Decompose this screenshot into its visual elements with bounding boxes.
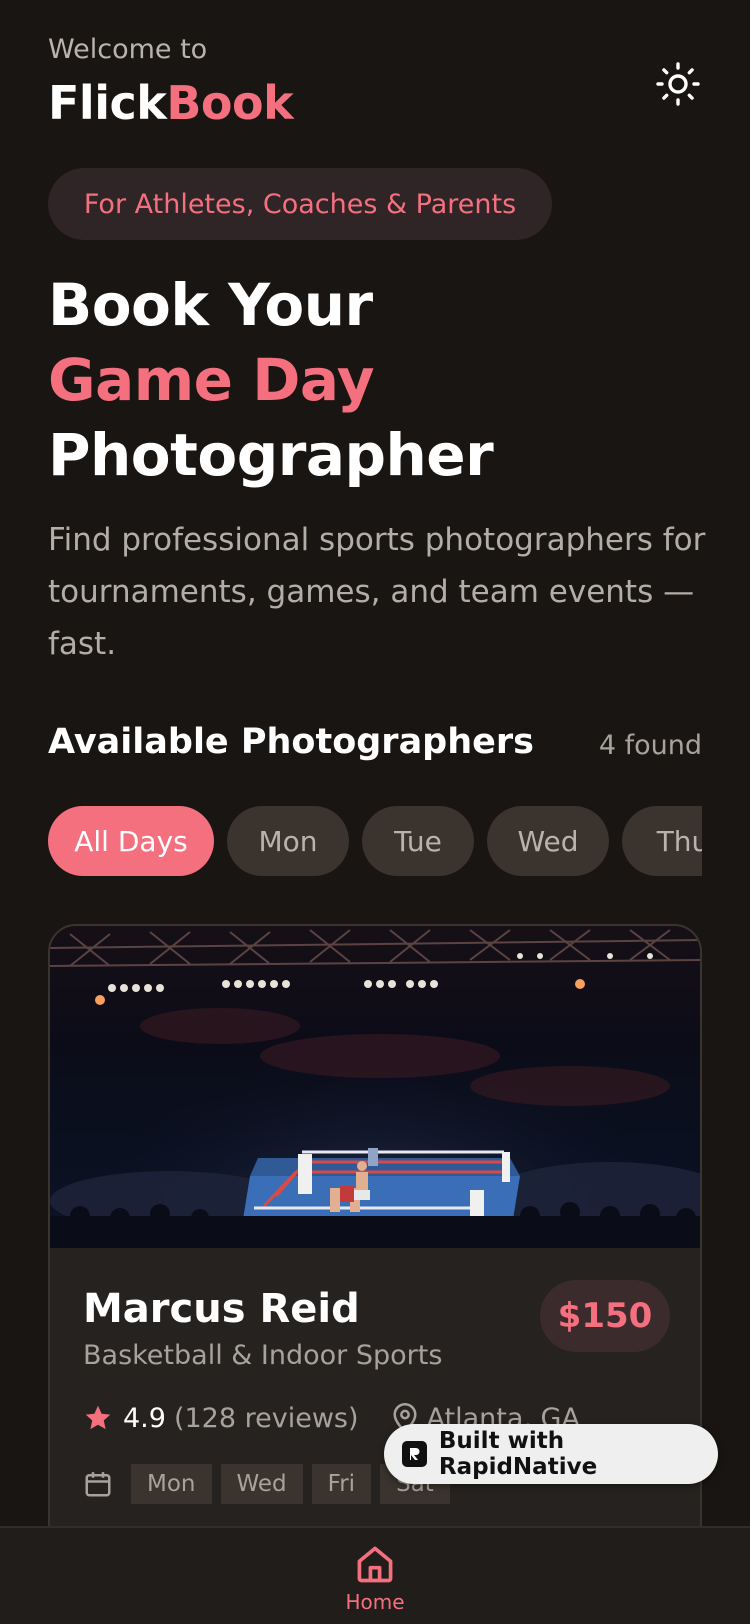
- photographer-specialty: Basketball & Indoor Sports: [83, 1340, 443, 1371]
- star-icon: [85, 1405, 111, 1430]
- available-day-tag: Mon: [131, 1464, 212, 1504]
- photographer-cover-photo: [50, 926, 700, 1248]
- rapidnative-logo-icon: [402, 1441, 427, 1467]
- photographer-card[interactable]: Marcus Reid Basketball & Indoor Sports $…: [48, 924, 702, 1624]
- review-count: (128 reviews): [173, 1402, 359, 1434]
- available-day-tag: Wed: [220, 1464, 303, 1504]
- hero-line-2: Game Day: [48, 346, 375, 414]
- hero-subtitle: Find professional sports photographers f…: [48, 522, 706, 662]
- built-with-badge[interactable]: Built with RapidNative: [384, 1424, 718, 1484]
- day-chip-tue[interactable]: Tue: [362, 806, 474, 876]
- photographer-name: Marcus Reid: [83, 1286, 360, 1332]
- day-chip-all[interactable]: All Days: [48, 806, 214, 876]
- results-count: 4 found: [598, 730, 702, 761]
- tab-home[interactable]: Home: [325, 1542, 425, 1624]
- available-day-tag: Fri: [311, 1464, 372, 1504]
- app-screen: Welcome to FlickBook For Athletes, Coach…: [0, 0, 750, 1624]
- bottom-tab-bar: Home: [0, 1526, 750, 1624]
- audience-pill: For Athletes, Coaches & Parents: [48, 168, 552, 240]
- welcome-text: Welcome to: [48, 34, 208, 65]
- hero-line-3: Photographer: [48, 421, 494, 489]
- rating-value: 4.9: [123, 1402, 166, 1434]
- day-chip-mon[interactable]: Mon: [227, 806, 349, 876]
- brand-name-part2: Book: [166, 76, 294, 130]
- built-with-label: Built with RapidNative: [438, 1428, 598, 1480]
- sun-icon: [656, 62, 700, 106]
- brand-title: FlickBook: [48, 76, 294, 130]
- tab-home-label: Home: [345, 1590, 405, 1614]
- brand-name-part1: Flick: [48, 76, 167, 130]
- home-icon: [357, 1546, 393, 1583]
- section-title: Available Photographers: [48, 722, 534, 762]
- price-badge: $150: [540, 1280, 670, 1352]
- day-chip-thu[interactable]: Thu: [622, 806, 702, 876]
- hero-line-1: Book Your: [48, 271, 373, 339]
- theme-toggle-button[interactable]: [648, 58, 708, 110]
- day-filter-row[interactable]: All Days Mon Tue Wed Thu: [48, 806, 702, 876]
- hero-heading: Book Your Game Day Photographer: [48, 268, 494, 493]
- day-chip-wed[interactable]: Wed: [487, 806, 609, 876]
- calendar-icon: [83, 1469, 113, 1499]
